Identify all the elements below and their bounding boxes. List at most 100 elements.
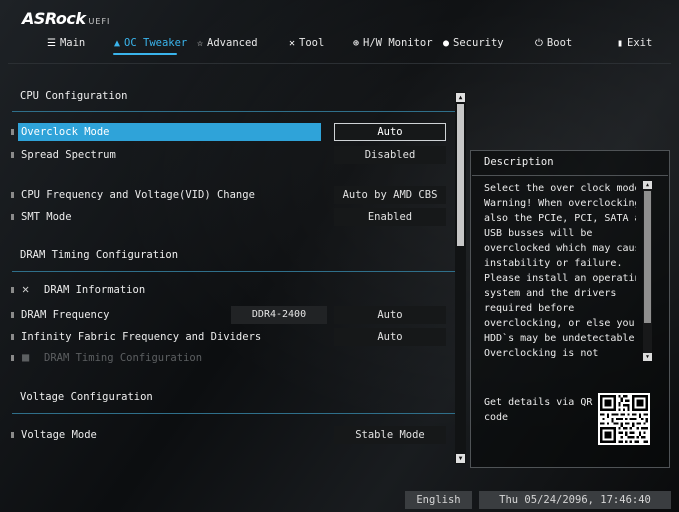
- description-text: Select the over clock mode. Warning! Whe…: [484, 181, 636, 361]
- setting-label: SMT Mode: [21, 211, 72, 223]
- setting-label: Spread Spectrum: [21, 149, 116, 161]
- setting-label: Overclock Mode: [21, 126, 110, 138]
- active-tab-indicator: [113, 53, 177, 55]
- setting-dram-information[interactable]: ✕ DRAM Information: [8, 281, 448, 299]
- description-line: Please install an operating: [484, 273, 636, 284]
- tab-security[interactable]: ● Security: [443, 33, 504, 53]
- section-divider: [12, 271, 456, 272]
- tab-hw-monitor-label: H/W Monitor: [363, 37, 433, 49]
- row-bullet: [11, 152, 14, 158]
- setting-value-button[interactable]: Auto: [334, 306, 446, 324]
- row-bullet: [11, 312, 14, 318]
- description-line: overclocking, or else your: [484, 318, 636, 329]
- folder-icon: ■: [22, 350, 30, 364]
- setting-value-button[interactable]: Disabled: [334, 146, 446, 164]
- tab-exit-label: Exit: [627, 37, 653, 49]
- description-scrollbar[interactable]: ▲ ▼: [643, 181, 652, 361]
- setting-label: CPU Frequency and Voltage(VID) Change: [21, 189, 255, 201]
- section-divider: [12, 413, 456, 414]
- datetime-display: Thu 05/24/2096, 17:46:40: [479, 491, 671, 509]
- tab-exit[interactable]: ▮ Exit: [617, 33, 652, 53]
- tools-icon: ✕: [22, 282, 30, 296]
- setting-dram-frequency[interactable]: DRAM Frequency DDR4-2400 Auto: [8, 306, 448, 324]
- qr-caption: Get details via QR code: [484, 397, 593, 423]
- tab-advanced[interactable]: ☆ Advanced: [197, 33, 258, 53]
- description-line: instability or failure.: [484, 258, 623, 269]
- description-title: Description: [484, 156, 554, 168]
- list-icon: ☰: [47, 37, 56, 49]
- description-line: overclocked which may cause: [484, 243, 636, 254]
- setting-voltage-mode[interactable]: Voltage Mode Stable Mode: [8, 426, 448, 444]
- description-line: HDD`s may be undetectable.: [484, 333, 636, 344]
- tab-main[interactable]: ☰ Main: [47, 33, 85, 53]
- dram-speed-readout: DDR4-2400: [231, 306, 327, 324]
- top-nav: ☰ Main ▲ OC Tweaker ☆ Advanced ✕ Tool ⊕ …: [0, 33, 679, 53]
- setting-label: DRAM Information: [44, 284, 146, 296]
- setting-infinity-fabric[interactable]: Infinity Fabric Frequency and Dividers A…: [8, 328, 448, 346]
- setting-label: DRAM Frequency: [21, 309, 110, 321]
- description-line: Overclocking is not: [484, 348, 599, 359]
- setting-spread-spectrum[interactable]: Spread Spectrum Disabled: [8, 146, 448, 164]
- scroll-down-arrow-icon[interactable]: ▼: [643, 353, 652, 361]
- section-divider: [12, 111, 456, 112]
- setting-smt-mode[interactable]: SMT Mode Enabled: [8, 208, 448, 226]
- power-icon: ⏻: [535, 37, 543, 49]
- asrock-logo: ASRock UEFI: [22, 9, 111, 28]
- description-line: Select the over clock mode.: [484, 183, 636, 194]
- description-line: system and the drivers: [484, 288, 617, 299]
- tab-oc-tweaker[interactable]: ▲ OC Tweaker: [114, 33, 187, 53]
- section-cpu-configuration: CPU Configuration: [20, 90, 128, 102]
- description-line: USB busses will be: [484, 228, 593, 239]
- logo-sub: UEFI: [88, 17, 111, 26]
- star-icon: ☆: [197, 37, 204, 49]
- description-divider: [472, 175, 668, 176]
- setting-value-button[interactable]: Auto by AMD CBS: [334, 186, 446, 204]
- settings-panel: CPU Configuration Overclock Mode Auto Sp…: [8, 80, 458, 468]
- scrollbar-thumb[interactable]: [457, 104, 464, 246]
- section-dram-timing-configuration: DRAM Timing Configuration: [20, 249, 179, 261]
- setting-value-button[interactable]: Enabled: [334, 208, 446, 226]
- setting-value-button[interactable]: Auto: [334, 328, 446, 346]
- row-bullet: [11, 129, 14, 135]
- setting-label: Voltage Mode: [21, 429, 97, 441]
- description-line: Warning! When overclocking: [484, 198, 636, 209]
- setting-cpu-frequency-voltage[interactable]: CPU Frequency and Voltage(VID) Change Au…: [8, 186, 448, 204]
- tab-advanced-label: Advanced: [207, 37, 258, 49]
- scroll-up-arrow-icon[interactable]: ▲: [456, 93, 465, 102]
- tools-icon: ✕: [289, 37, 296, 49]
- setting-label: Infinity Fabric Frequency and Dividers: [21, 331, 262, 343]
- flame-icon: ▲: [114, 37, 121, 49]
- row-bullet: [11, 287, 14, 293]
- tab-tool[interactable]: ✕ Tool: [289, 33, 324, 53]
- setting-dram-timing-configuration: ■ DRAM Timing Configuration: [8, 349, 448, 367]
- row-bullet: [11, 432, 14, 438]
- qr-code-icon: [598, 393, 650, 445]
- tab-boot[interactable]: ⏻ Boot: [535, 33, 572, 53]
- row-bullet: [11, 192, 14, 198]
- bios-screen: ASRock UEFI ☰ Main ▲ OC Tweaker ☆ Advanc…: [0, 0, 679, 512]
- description-line: required before: [484, 303, 575, 314]
- tab-boot-label: Boot: [546, 37, 573, 49]
- setting-value-button[interactable]: Auto: [334, 123, 446, 141]
- tab-tool-label: Tool: [299, 37, 325, 49]
- tab-security-label: Security: [453, 37, 504, 49]
- description-panel: Description Select the over clock mode. …: [470, 150, 670, 468]
- row-bullet: [11, 355, 14, 361]
- section-voltage-configuration: Voltage Configuration: [20, 391, 153, 403]
- row-bullet: [11, 334, 14, 340]
- language-button[interactable]: English: [405, 491, 472, 509]
- description-line: also the PCIe, PCI, SATA and: [484, 213, 636, 224]
- scroll-up-arrow-icon[interactable]: ▲: [643, 181, 652, 189]
- scrollbar-thumb[interactable]: [644, 191, 651, 323]
- scroll-down-arrow-icon[interactable]: ▼: [456, 454, 465, 463]
- row-bullet: [11, 214, 14, 220]
- monitor-icon: ⊕: [353, 37, 360, 49]
- shield-icon: ●: [443, 37, 450, 49]
- tab-oc-tweaker-label: OC Tweaker: [124, 37, 188, 49]
- exit-door-icon: ▮: [617, 37, 624, 49]
- settings-scrollbar[interactable]: ▲ ▼: [455, 92, 466, 464]
- setting-value-button[interactable]: Stable Mode: [334, 426, 446, 444]
- tab-hw-monitor[interactable]: ⊕ H/W Monitor: [353, 33, 433, 53]
- setting-label: DRAM Timing Configuration: [44, 352, 203, 364]
- setting-overclock-mode[interactable]: Overclock Mode Auto: [8, 123, 448, 141]
